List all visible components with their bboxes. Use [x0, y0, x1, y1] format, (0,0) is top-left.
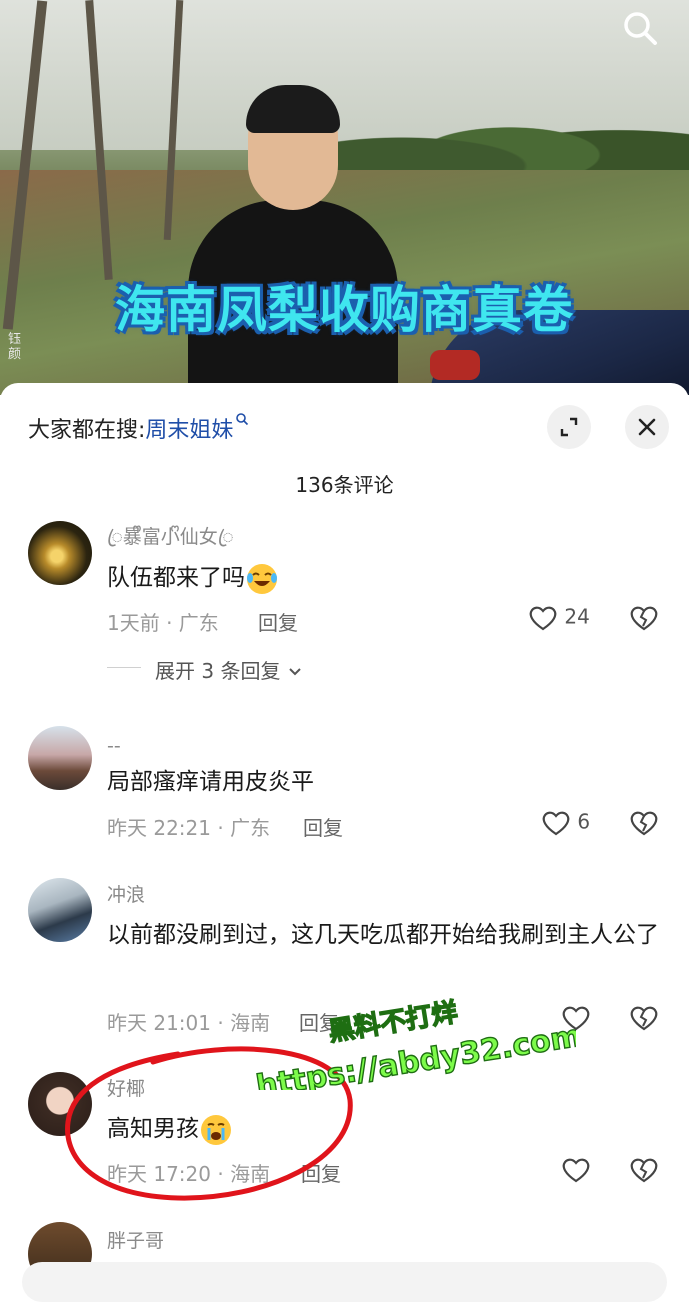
heart-icon — [562, 1158, 590, 1183]
broken-heart-icon — [630, 1006, 658, 1031]
comment-time-location: 昨天 22:21 · 广东 — [107, 816, 271, 840]
small-search-icon — [236, 413, 249, 426]
like-button[interactable]: 6 — [541, 809, 590, 837]
video-caption-title: 海南凤梨收购商真卷 — [115, 281, 574, 339]
expand-icon — [560, 417, 578, 437]
reply-button[interactable]: 回复 — [258, 607, 298, 636]
comment-text: 局部瘙痒请用皮炎平 — [107, 769, 314, 795]
video-car-light — [430, 350, 480, 380]
comment-count: 136条评论 — [295, 473, 394, 497]
comment-author[interactable]: -- — [107, 735, 121, 757]
expand-button[interactable] — [547, 405, 591, 449]
like-button[interactable] — [561, 1156, 591, 1184]
laughing-crying-emoji — [247, 563, 277, 594]
like-count: 6 — [577, 809, 591, 834]
search-icon[interactable] — [620, 8, 660, 48]
like-count: 24 — [564, 604, 590, 629]
comment-author[interactable]: 冲浪 — [107, 880, 145, 907]
video-player[interactable]: 海南凤梨收购商真卷 钰颜 — [0, 0, 689, 395]
avatar[interactable] — [28, 878, 92, 942]
dislike-button[interactable] — [629, 604, 659, 632]
heart-icon — [529, 606, 557, 631]
comment-time-location: 1天前 · 广东 — [107, 611, 219, 635]
heart-icon — [542, 811, 570, 836]
avatar[interactable] — [28, 521, 92, 585]
comment-input-bar[interactable] — [22, 1262, 667, 1302]
chevron-down-icon — [289, 668, 301, 676]
reply-button[interactable]: 回复 — [303, 812, 343, 841]
like-button[interactable]: 24 — [528, 604, 590, 632]
hot-search-prefix: 大家都在搜: — [28, 418, 146, 443]
broken-heart-icon — [630, 811, 658, 836]
expand-replies-button[interactable]: 展开 3 条回复 — [155, 655, 303, 684]
dislike-button[interactable] — [629, 1004, 659, 1032]
broken-heart-icon — [630, 1158, 658, 1183]
overlay-watermark: 黑料不打烊 https://abdy32.com — [253, 997, 576, 1090]
hot-search-bar[interactable]: 大家都在搜:周末姐妹 — [28, 412, 249, 444]
broken-heart-icon — [630, 606, 658, 631]
expand-replies-label: 展开 3 条回复 — [155, 659, 281, 683]
close-button[interactable] — [625, 405, 669, 449]
comment-text: 队伍都来了吗 — [107, 557, 662, 599]
comment-author[interactable]: 胖子哥 — [107, 1226, 164, 1253]
avatar[interactable] — [28, 726, 92, 790]
comment-text: 以前都没刷到过，这几天吃瓜都开始给我刷到主人公了 — [107, 922, 659, 948]
video-corner-mark: 钰颜 — [8, 332, 22, 362]
expand-divider — [107, 667, 141, 668]
close-icon — [638, 418, 656, 436]
dislike-button[interactable] — [629, 809, 659, 837]
comment-author[interactable]: ꦿ暴ᩚ富小ᩚ仙女ꦿ — [107, 522, 234, 561]
hot-search-keyword[interactable]: 周末姐妹 — [145, 418, 233, 443]
dislike-button[interactable] — [629, 1156, 659, 1184]
comment-text-content: 队伍都来了吗 — [107, 565, 245, 591]
